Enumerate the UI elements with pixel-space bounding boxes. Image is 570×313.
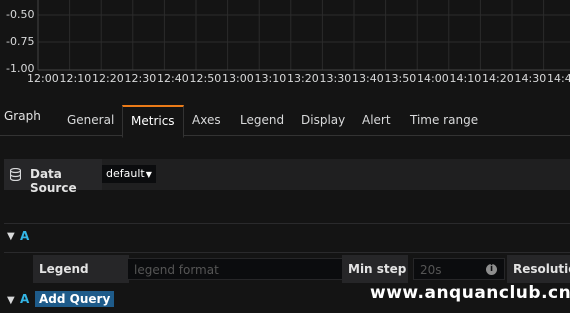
x-tick-label: 14:00 [417,72,449,85]
legend-format-placeholder: legend format [134,263,219,277]
x-tick-label: 13:10 [254,72,287,85]
query-options-row: Legend format legend format i Min step 2… [33,255,570,304]
caret-down-icon[interactable]: ▼ [7,231,15,242]
watermark: www.anquanclub.cn [370,283,570,303]
caret-down-icon: ▼ [145,170,152,179]
datasource-select[interactable]: default▼ [102,165,156,183]
x-tick-label: 12:00 [27,72,59,85]
x-tick-label: 14:10 [449,72,482,85]
x-tick-label: 13:30 [319,72,352,85]
tab-alert[interactable]: Alert [354,106,399,135]
x-tick-label: 12:40 [157,72,189,85]
tab-display[interactable]: Display [293,106,353,135]
x-tick-label: 12:20 [92,72,124,85]
y-tick-label: -0.75 [6,35,35,48]
add-query-button[interactable]: Add Query [35,291,115,307]
min-step-input[interactable]: 20s i [413,258,505,280]
x-tick-label: 13:20 [287,72,319,85]
x-tick-label: 12:50 [189,72,222,85]
datasource-select-value: default [106,167,145,180]
tab-legend[interactable]: Legend [232,106,292,135]
x-tick-label: 14:30 [514,72,547,85]
legend-format-input[interactable]: legend format i [127,258,373,280]
info-icon[interactable]: i [486,264,497,275]
datasource-label-box: Data Source [4,159,102,195]
x-tick-label: 12:30 [124,72,157,85]
caret-down-icon[interactable]: ▼ [7,295,15,306]
x-tick-label: 13:00 [222,72,254,85]
y-tick-label: -0.50 [6,8,35,21]
x-tick-label: 13:40 [352,72,384,85]
datasource-row: Data Source default▼ [4,159,570,195]
x-tick-label: 14:40 [547,72,570,85]
datasource-label: Data Source [30,167,77,195]
query-ref-letter: A [20,229,30,243]
graph-panel: -0.50 -0.75 -1.00 12:00 12:10 12:20 12:30 12… [0,0,570,98]
resolution-label: Resolution [507,255,570,283]
tab-general[interactable]: General [59,106,122,135]
min-step-label: Min step [342,255,408,283]
tab-axes[interactable]: Axes [184,106,229,135]
panel-editor-tabs: Graph General Metrics Axes Legend Displa… [0,98,570,138]
min-step-placeholder: 20s [420,263,442,277]
panel-type-title: Graph [4,109,41,123]
tab-metrics[interactable]: Metrics [122,105,184,138]
x-tick-label: 13:50 [384,72,417,85]
tab-time-range[interactable]: Time range [402,106,486,135]
legend-format-label: Legend format [33,255,129,304]
x-tick-label: 14:20 [482,72,514,85]
database-icon [10,168,21,181]
query-ref-letter: A [20,292,30,306]
x-tick-label: 12:10 [59,72,92,85]
query-row-header[interactable]: ▼ A [4,223,570,253]
